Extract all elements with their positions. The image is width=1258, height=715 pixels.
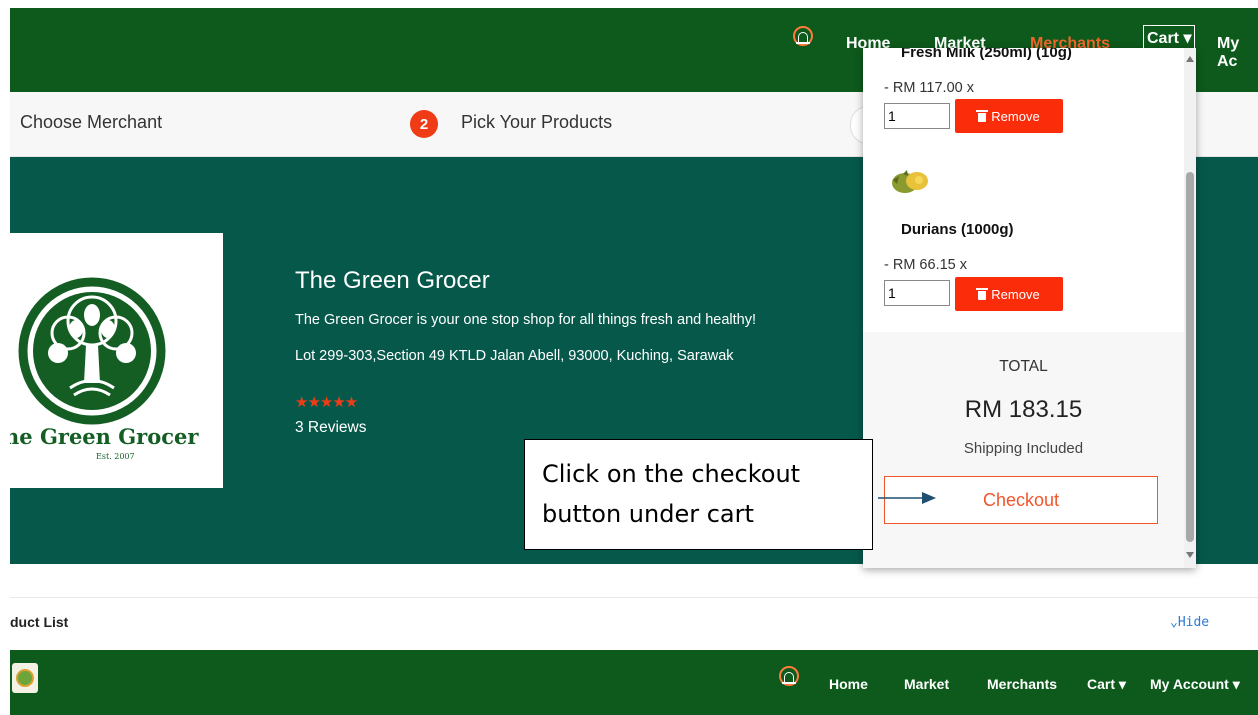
store-name: The Green Grocer — [295, 267, 490, 294]
notification-bell-icon[interactable] — [779, 666, 799, 686]
sticky-navbar: Home Market Merchants Cart ▾ My Account … — [10, 650, 1258, 715]
notification-bell-icon[interactable] — [793, 26, 813, 46]
nav-home-link[interactable]: Home — [829, 676, 868, 692]
product-list-header: duct List ⌄Hide — [10, 597, 1258, 645]
tutorial-callout: Click on the checkout button under cart — [524, 439, 873, 550]
svg-text:Est. 2007: Est. 2007 — [96, 452, 135, 461]
tree-logo-icon: he Green Grocer Est. 2007 — [10, 277, 199, 461]
nav-market-link[interactable]: Market — [904, 676, 949, 692]
trash-icon — [976, 109, 989, 122]
step-choose-merchant[interactable]: Choose Merchant — [20, 112, 162, 133]
scroll-up-arrow-icon[interactable] — [1186, 56, 1194, 62]
chevron-down-icon: ⌄ — [1170, 615, 1178, 630]
merchant-logo: he Green Grocer Est. 2007 — [10, 233, 223, 488]
store-description: The Green Grocer is your one stop shop f… — [295, 312, 757, 328]
cart-total-section: TOTAL RM 183.15 Shipping Included Checko… — [863, 332, 1184, 568]
nav-my-account-dropdown[interactable]: My Account ▾ — [1150, 676, 1240, 693]
reviews-count[interactable]: 3 Reviews — [295, 419, 367, 437]
nav-merchants-link[interactable]: Merchants — [987, 676, 1057, 692]
hide-label: Hide — [1177, 615, 1210, 630]
store-address: Lot 299-303,Section 49 KTLD Jalan Abell,… — [295, 348, 734, 364]
step-pick-products[interactable]: Pick Your Products — [461, 112, 612, 133]
cart-scrollbar[interactable] — [1184, 48, 1196, 568]
svg-text:he Green Grocer: he Green Grocer — [10, 424, 199, 449]
remove-label: Remove — [991, 286, 1040, 302]
cart-item-qty-input[interactable] — [884, 103, 950, 129]
cart-item-name: Durians (1000g) — [901, 221, 1014, 238]
cart-item-name: Fresh Milk (250ml) (10g) — [901, 48, 1072, 61]
product-list-title: duct List — [10, 614, 69, 630]
scroll-thumb[interactable] — [1186, 172, 1194, 542]
small-logo-icon[interactable] — [12, 663, 38, 693]
nav-cart-dropdown[interactable]: Cart ▾ — [1087, 676, 1126, 693]
remove-item-button[interactable]: Remove — [955, 99, 1063, 133]
scroll-down-arrow-icon[interactable] — [1186, 552, 1194, 558]
hide-toggle[interactable]: ⌄Hide — [1170, 615, 1209, 630]
total-amount: RM 183.15 — [964, 396, 1083, 423]
cart-item-price: - RM 66.15 x — [884, 257, 967, 273]
remove-label: Remove — [991, 108, 1040, 124]
durian-product-icon — [892, 170, 928, 193]
cart-item-qty-input[interactable] — [884, 280, 950, 306]
cart-item-price: - RM 117.00 x — [884, 80, 974, 96]
nav-my-account-link[interactable]: My Ac — [1217, 35, 1258, 71]
remove-item-button[interactable]: Remove — [955, 277, 1063, 311]
step-number-badge: 2 — [410, 110, 438, 138]
shipping-note: Shipping Included — [963, 440, 1084, 457]
trash-icon — [976, 287, 989, 300]
rating-stars-icon: ★★★★★ — [295, 394, 358, 411]
total-label: TOTAL — [999, 358, 1048, 375]
callout-arrow-icon — [878, 492, 936, 504]
